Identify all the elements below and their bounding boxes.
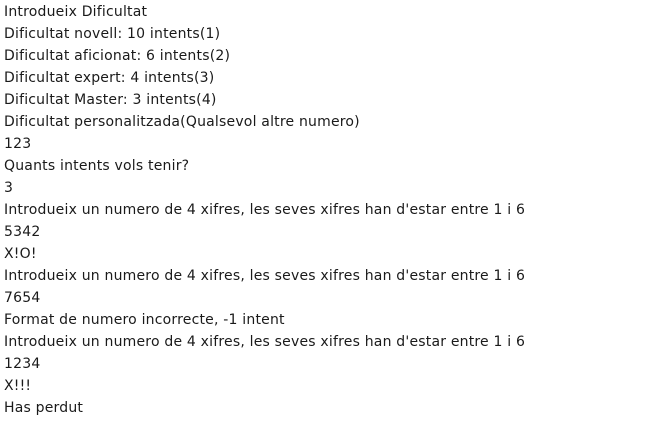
option-novell: Dificultat novell: 10 intents(1) (4, 26, 221, 42)
option-personalitzada: Dificultat personalitzada(Qualsevol altr… (4, 114, 360, 130)
result-guess-3: X!!! (4, 378, 32, 394)
option-aficionat: Dificultat aficionat: 6 intents(2) (4, 48, 231, 64)
prompt-number-1: Introdueix un numero de 4 xifres, les se… (4, 202, 526, 218)
option-master: Dificultat Master: 3 intents(4) (4, 92, 217, 108)
user-input-guess-2: 7654 (4, 290, 41, 306)
prompt-difficulty: Introdueix Dificultat (4, 4, 148, 20)
prompt-number-2: Introdueix un numero de 4 xifres, les se… (4, 268, 526, 284)
error-format: Format de numero incorrecte, -1 intent (4, 312, 285, 328)
user-input-difficulty: 123 (4, 136, 32, 152)
prompt-number-3: Introdueix un numero de 4 xifres, les se… (4, 334, 526, 350)
prompt-attempts: Quants intents vols tenir? (4, 158, 190, 174)
game-over-message: Has perdut (4, 400, 84, 416)
option-expert: Dificultat expert: 4 intents(3) (4, 70, 215, 86)
user-input-guess-3: 1234 (4, 356, 41, 372)
result-guess-1: X!O! (4, 246, 37, 262)
user-input-attempts: 3 (4, 180, 14, 196)
console-output: Introdueix Dificultat Dificultat novell:… (0, 0, 651, 426)
user-input-guess-1: 5342 (4, 224, 41, 240)
